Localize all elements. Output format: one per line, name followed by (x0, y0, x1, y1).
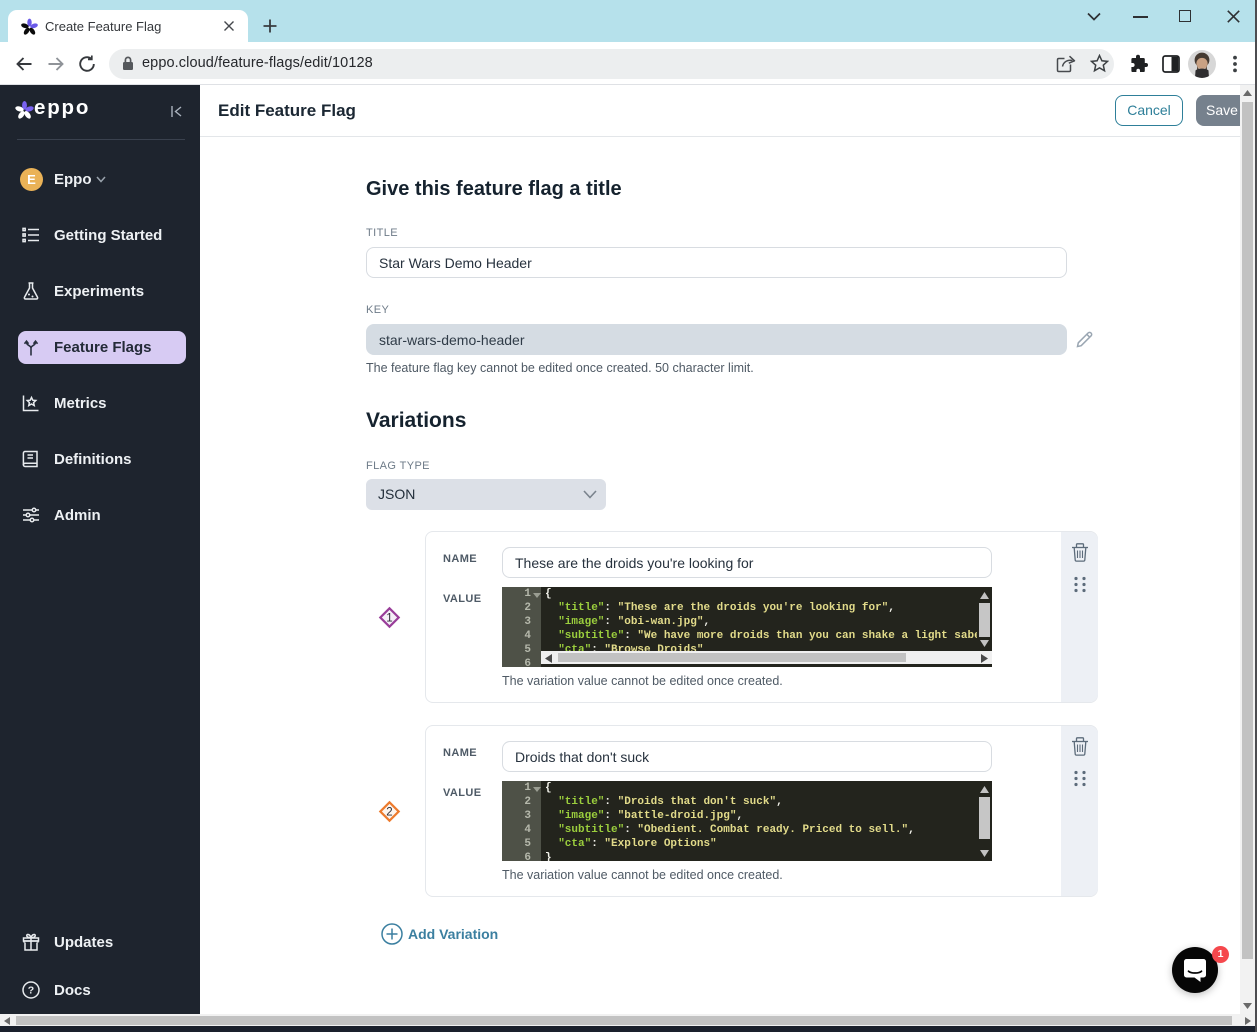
svg-text:2: 2 (386, 807, 392, 819)
svg-text:1: 1 (386, 613, 392, 625)
svg-text:?: ? (28, 985, 34, 997)
